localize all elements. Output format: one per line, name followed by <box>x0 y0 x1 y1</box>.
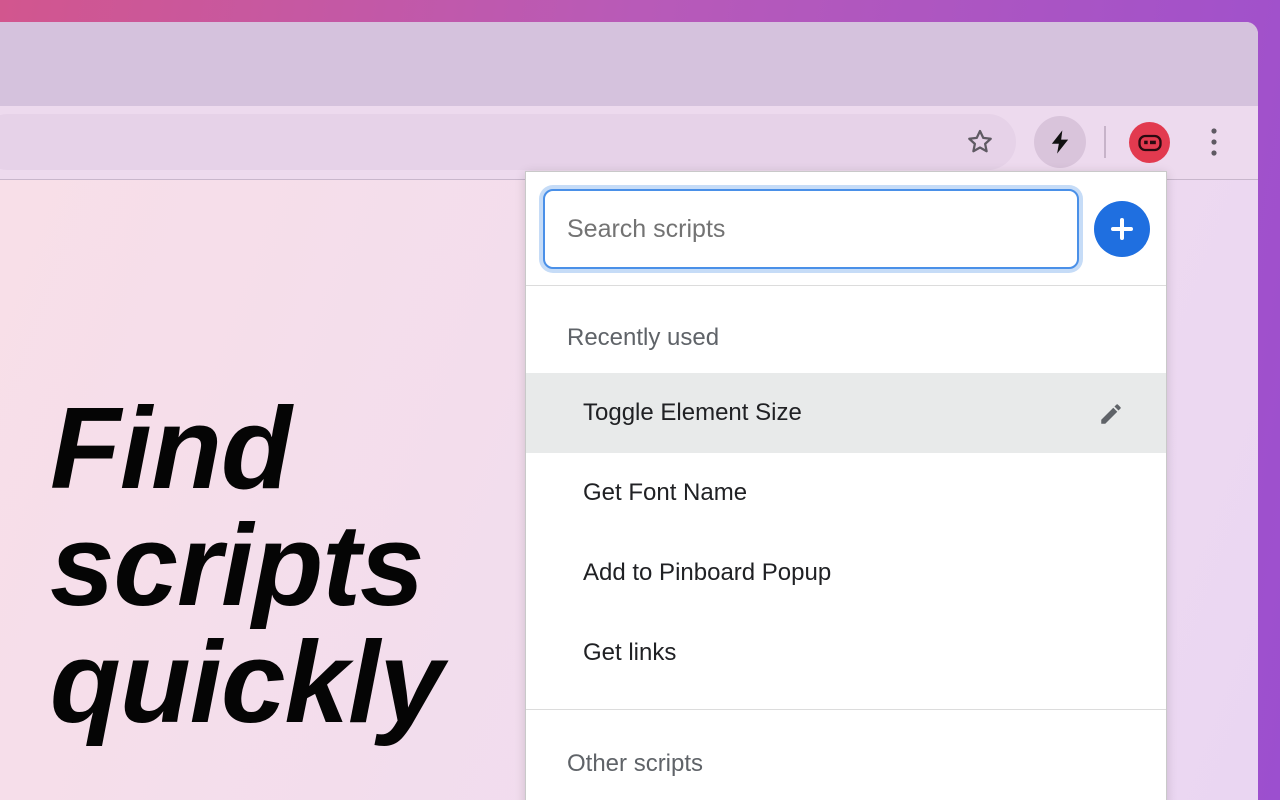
script-item-label: Get links <box>583 639 677 666</box>
script-item-toggle-element-size[interactable]: Toggle Element Size <box>526 373 1166 453</box>
browser-toolbar <box>0 106 1258 180</box>
scripts-extension-button[interactable] <box>1034 116 1086 168</box>
scripts-popup: Recently used Toggle Element Size Get Fo… <box>525 171 1167 800</box>
divider <box>526 285 1166 286</box>
headline-line: scripts <box>50 500 424 630</box>
pencil-icon[interactable] <box>1098 401 1124 427</box>
star-icon <box>968 129 992 153</box>
script-item-add-to-pinboard-popup[interactable]: Add to Pinboard Popup <box>526 533 1166 613</box>
browser-menu-button[interactable] <box>1194 120 1234 164</box>
tab-strip <box>0 22 1258 106</box>
section-label-recently-used: Recently used <box>567 324 720 351</box>
headline-line: Find <box>50 383 292 513</box>
avatar-icon <box>1137 134 1162 151</box>
three-dots-vertical-icon <box>1211 128 1217 156</box>
plus-icon <box>1111 218 1133 240</box>
add-script-button[interactable] <box>1094 201 1150 257</box>
headline-line: quickly <box>50 617 444 747</box>
profile-avatar-button[interactable] <box>1129 122 1170 163</box>
address-bar[interactable] <box>0 114 1016 170</box>
bookmark-star-button[interactable] <box>958 120 1002 164</box>
section-label-other-scripts: Other scripts <box>567 750 704 777</box>
script-item-get-links[interactable]: Get links <box>526 613 1166 693</box>
script-item-label: Toggle Element Size <box>583 399 802 426</box>
search-input[interactable] <box>543 189 1079 269</box>
divider <box>526 709 1166 710</box>
script-item-label: Get Font Name <box>583 479 748 506</box>
script-item-get-font-name[interactable]: Get Font Name <box>526 453 1166 533</box>
lightning-bolt-icon <box>1051 130 1069 154</box>
toolbar-divider <box>1104 126 1106 158</box>
script-item-label: Add to Pinboard Popup <box>583 559 832 586</box>
headline: Find scripts quickly <box>50 390 510 741</box>
